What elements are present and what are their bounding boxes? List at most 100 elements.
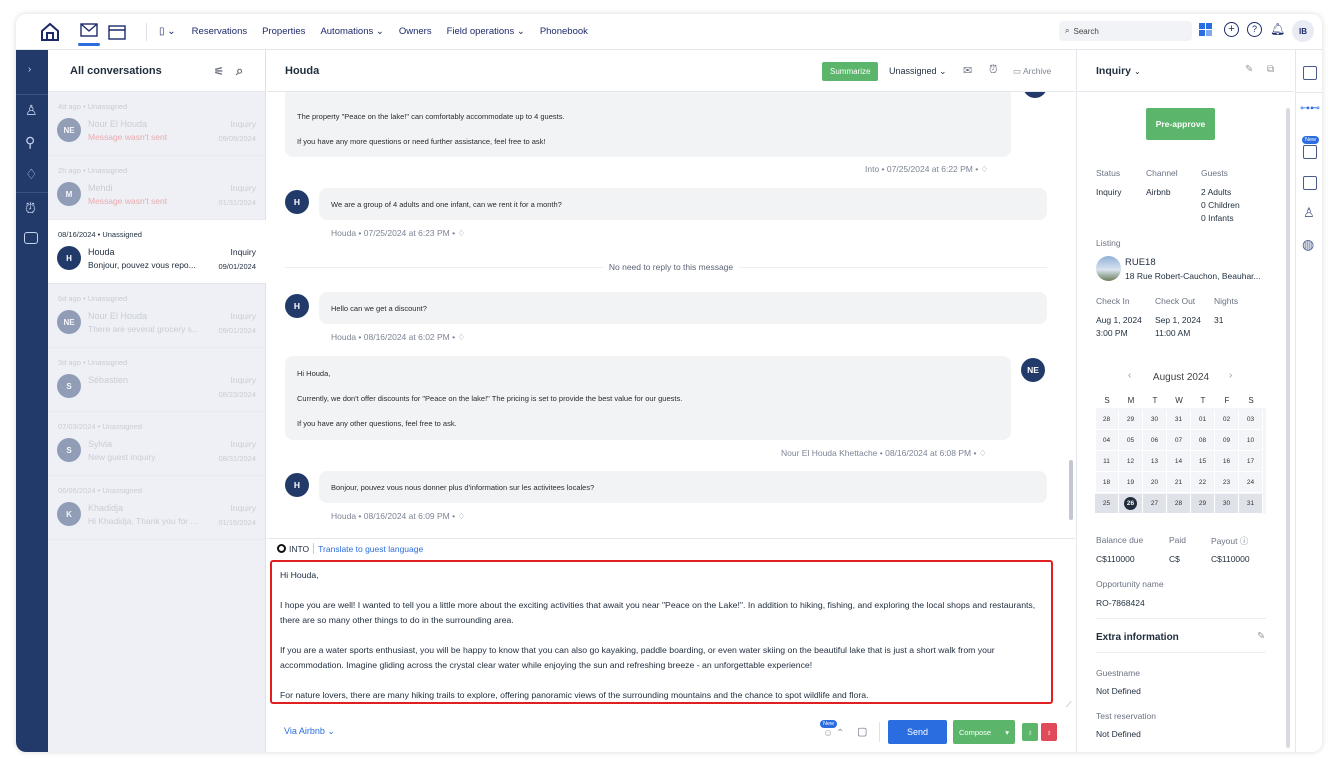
calendar-day[interactable]: 30 [1143, 410, 1167, 430]
nav-owners[interactable]: Owners [399, 26, 432, 37]
calendar-icon[interactable] [108, 24, 126, 40]
nav-properties[interactable]: Properties [262, 26, 305, 37]
resize-handle-icon[interactable]: ⟋ [1066, 700, 1072, 710]
user-avatar[interactable]: IB [1292, 20, 1314, 42]
help-icon[interactable]: ⓘ [1240, 536, 1249, 546]
guest-icon[interactable]: ♙ [25, 102, 38, 119]
list-item[interactable]: 06/06/2024 • Unassigned K Khadidja Hi Kh… [48, 476, 266, 540]
calendar-month: August 2024 [1152, 372, 1210, 383]
calendar-day[interactable]: 17 [1239, 452, 1263, 472]
calendar-day[interactable]: 18 [1095, 473, 1119, 493]
calendar-day[interactable]: 23 [1215, 473, 1239, 493]
thumbs-down-icon[interactable]: ♁ [1041, 723, 1057, 741]
list-item[interactable]: 3d ago • Unassigned S Sébastien Inquiry … [48, 348, 266, 412]
calendar-day[interactable]: 11 [1095, 452, 1119, 472]
calendar-day[interactable]: 19 [1119, 473, 1143, 493]
calendar-day[interactable]: 31 [1167, 410, 1191, 430]
reply-composer[interactable]: Hi Houda, I hope you are well! I wanted … [270, 560, 1053, 704]
calendar-day[interactable]: 22 [1191, 473, 1215, 493]
calendar-day[interactable]: 07 [1167, 431, 1191, 451]
details-scrollbar[interactable] [1286, 108, 1290, 748]
home-logo-icon[interactable] [40, 22, 60, 42]
assignee-dropdown[interactable]: Unassigned ⌄ [889, 66, 947, 77]
calendar-day[interactable]: 12 [1119, 452, 1143, 472]
list-item[interactable]: 6d ago • Unassigned NE Nour El Houda The… [48, 284, 266, 348]
ai-reply-icon[interactable]: ☺ ⌃ [823, 728, 844, 739]
edit-icon[interactable]: ✎ [1257, 631, 1265, 642]
list-item[interactable]: 4d ago • Unassigned NE Nour El Houda Mes… [48, 92, 266, 156]
nav-field-operations[interactable]: Field operations ⌄ [447, 26, 525, 37]
calendar-day[interactable]: 29 [1191, 494, 1215, 514]
thumbs-up-icon[interactable]: ♁ [1022, 723, 1038, 741]
calendar-day[interactable]: 03 [1239, 410, 1263, 430]
help-icon[interactable]: ? [1247, 22, 1262, 37]
alarm-icon[interactable]: ⏰︎ [25, 200, 36, 217]
calendar-day[interactable]: 28 [1095, 410, 1119, 430]
calendar-day[interactable]: 30 [1215, 494, 1239, 514]
template-icon[interactable]: ▢ [857, 725, 867, 738]
calendar-day[interactable]: 15 [1191, 452, 1215, 472]
summarize-button[interactable]: Summarize [822, 62, 879, 81]
list-item[interactable]: 07/03/2024 • Unassigned S Sylvia New gue… [48, 412, 266, 476]
expand-panel-icon[interactable] [1303, 66, 1317, 80]
airbnb-icon[interactable]: ♢ [25, 166, 38, 183]
timeline-icon[interactable]: ⊶⊷ [1300, 103, 1320, 114]
calendar-day[interactable]: 02 [1215, 410, 1239, 430]
calendar-day[interactable]: 01 [1191, 410, 1215, 430]
calendar-day[interactable]: 04 [1095, 431, 1119, 451]
apps-grid-icon[interactable] [1199, 23, 1212, 36]
add-circle-icon[interactable]: + [1224, 22, 1239, 37]
globe-icon[interactable]: ◍ [1302, 236, 1314, 253]
calendar-day[interactable]: 31 [1239, 494, 1263, 514]
calendar-day[interactable]: 08 [1191, 431, 1215, 451]
filter-icon[interactable]: ⚟ [214, 65, 224, 78]
archive-button[interactable]: ▭ Archive [1013, 66, 1051, 77]
listing-name[interactable]: RUE18 [1125, 257, 1156, 268]
list-item[interactable]: 2h ago • Unassigned M Mehdi Message wasn… [48, 156, 266, 220]
calendar-day[interactable]: 21 [1167, 473, 1191, 493]
calendar-day[interactable]: 25 [1095, 494, 1119, 514]
bell-icon[interactable]: 🔔︎ [1270, 22, 1285, 36]
calendar-day[interactable]: 28 [1167, 494, 1191, 514]
expand-sidebar-icon[interactable]: › [28, 64, 31, 75]
nav-phonebook[interactable]: Phonebook [540, 26, 588, 37]
search-icon[interactable]: ⌕ [236, 63, 243, 79]
checklist-icon[interactable] [1303, 145, 1317, 159]
archive-box-icon[interactable] [24, 232, 38, 244]
calendar-day[interactable]: 26 [1119, 494, 1143, 514]
envelope-icon[interactable]: ✉︎ [963, 64, 972, 77]
calendar-day[interactable]: 05 [1119, 431, 1143, 451]
inbox-tab[interactable] [78, 23, 100, 46]
thread-scrollbar[interactable] [1069, 460, 1073, 520]
weekday-label: T [1152, 395, 1158, 405]
nav-reservations[interactable]: Reservations [192, 26, 247, 37]
calendar-day[interactable]: 24 [1239, 473, 1263, 493]
status-dropdown[interactable]: Inquiry ⌄ [1096, 65, 1141, 77]
compose-button[interactable]: Compose ▾ [953, 720, 1015, 744]
snooze-icon[interactable]: ⏰︎ [989, 64, 998, 77]
search-box[interactable]: ⌕ Search [1059, 21, 1192, 41]
building-icon[interactable] [1303, 176, 1317, 190]
send-button[interactable]: Send [888, 720, 947, 744]
preapprove-button[interactable]: Pre-approve [1146, 108, 1215, 140]
calendar-day[interactable]: 09 [1215, 431, 1239, 451]
calendar-day[interactable]: 16 [1215, 452, 1239, 472]
nav-automations[interactable]: Automations ⌄ [320, 26, 383, 37]
calendar-day[interactable]: 20 [1143, 473, 1167, 493]
calendar-day[interactable]: 13 [1143, 452, 1167, 472]
into-toggle-icon[interactable] [277, 544, 286, 553]
edit-icon[interactable]: ✎ [1245, 64, 1253, 75]
broom-icon[interactable]: ⚲ [25, 134, 35, 151]
guest-icon[interactable]: ♙ [1303, 205, 1315, 221]
open-external-icon[interactable]: ⧉ [1267, 64, 1274, 75]
calendar-day[interactable]: 14 [1167, 452, 1191, 472]
channel-dropdown[interactable]: Via Airbnb ⌄ [284, 726, 335, 737]
calendar-day[interactable]: 27 [1143, 494, 1167, 514]
next-month-icon[interactable]: › [1229, 370, 1232, 381]
clipboard-menu-icon[interactable]: ▯ ⌄ [159, 26, 176, 37]
calendar-day[interactable]: 10 [1239, 431, 1263, 451]
calendar-day[interactable]: 29 [1119, 410, 1143, 430]
translate-link[interactable]: Translate to guest language [318, 544, 423, 554]
list-item-selected[interactable]: 08/16/2024 • Unassigned H Houda Bonjour,… [48, 220, 266, 284]
calendar-day[interactable]: 06 [1143, 431, 1167, 451]
